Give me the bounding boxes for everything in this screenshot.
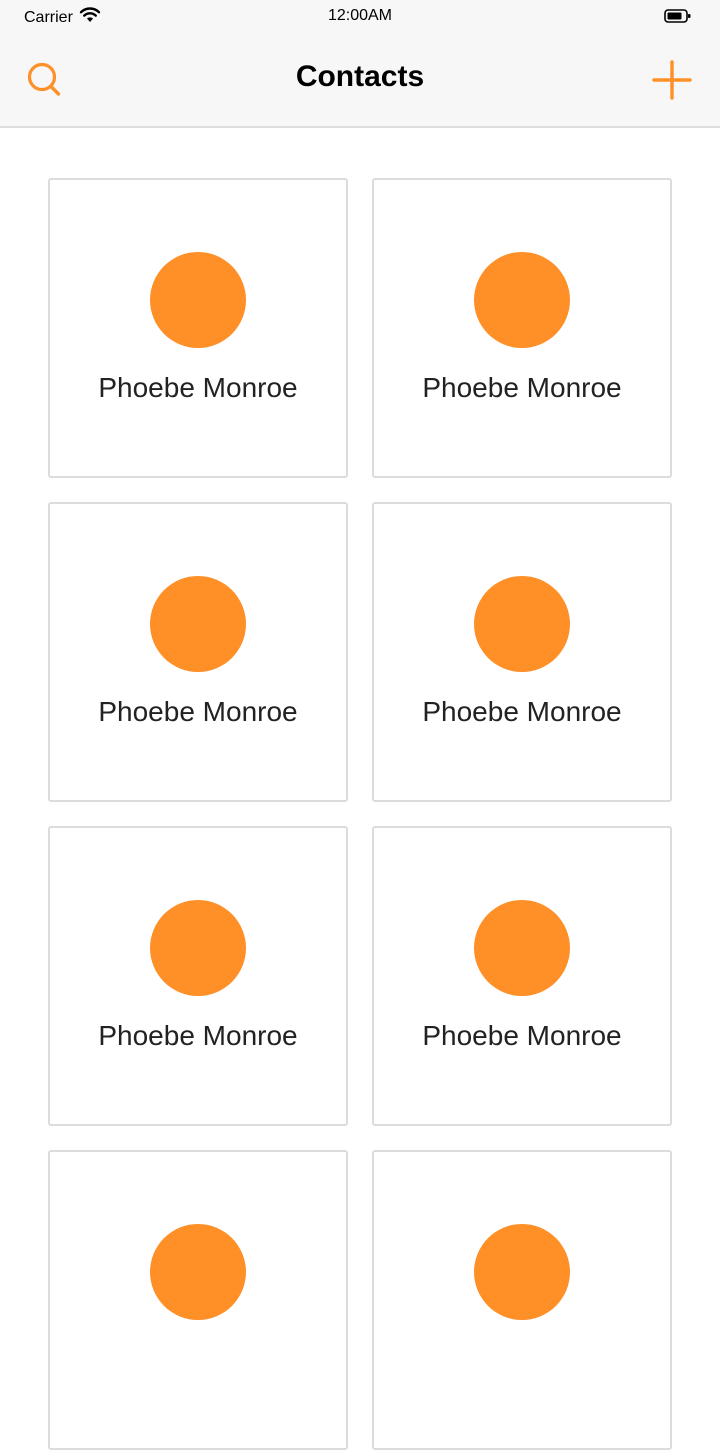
avatar	[474, 576, 570, 672]
contact-name: Phoebe Monroe	[422, 1020, 622, 1051]
contact-name: Phoebe Monroe	[98, 1020, 298, 1051]
contact-name: Phoebe Monroe	[98, 696, 298, 727]
avatar	[150, 576, 246, 672]
avatar	[474, 900, 570, 996]
status-bar: Carrier 12:00AM	[0, 0, 720, 32]
add-contact-button[interactable]	[652, 60, 692, 100]
avatar	[474, 1224, 570, 1320]
avatar	[150, 1224, 246, 1320]
navigation-bar: Contacts	[0, 32, 720, 128]
contact-card[interactable]: Phoebe Monroe	[48, 178, 348, 478]
contact-card[interactable]	[48, 1150, 348, 1450]
status-time: 12:00AM	[327, 7, 393, 24]
contact-card[interactable]: Phoebe Monroe	[372, 826, 672, 1126]
contact-name: Phoebe Monroe	[422, 696, 622, 727]
page-title: Contacts	[295, 60, 425, 93]
contact-card[interactable]: Phoebe Monroe	[372, 178, 672, 478]
contact-name: Phoebe Monroe	[422, 372, 622, 403]
battery-icon	[664, 8, 692, 29]
contact-card[interactable]	[372, 1150, 672, 1450]
avatar	[150, 252, 246, 348]
contact-card[interactable]: Phoebe Monroe	[48, 826, 348, 1126]
contact-card[interactable]: Phoebe Monroe	[372, 502, 672, 802]
contact-name: Phoebe Monroe	[98, 372, 298, 403]
contacts-grid: Phoebe Monroe Phoebe Monroe Phoebe Monro…	[48, 178, 672, 1450]
contact-card[interactable]: Phoebe Monroe	[48, 502, 348, 802]
avatar	[150, 900, 246, 996]
plus-icon	[652, 60, 692, 100]
avatar	[474, 252, 570, 348]
